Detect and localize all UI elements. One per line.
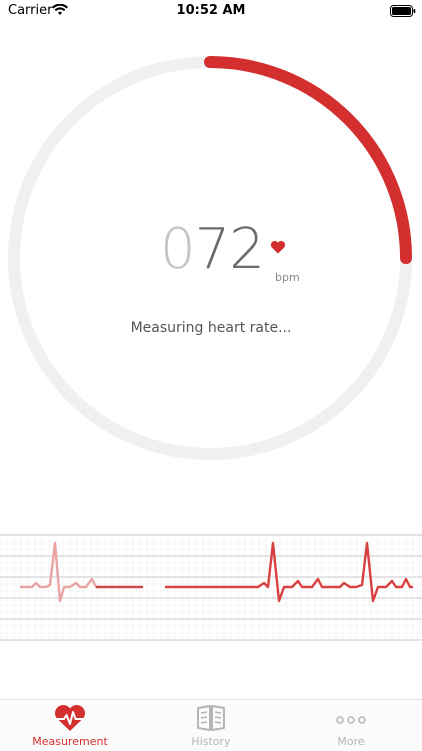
bpm-readout: 072	[160, 222, 270, 278]
ecg-trace-current	[165, 541, 413, 603]
more-dots-icon	[336, 716, 366, 724]
bpm-value: 72	[194, 217, 265, 282]
tab-bar: Measurement History More	[0, 699, 422, 751]
measurement-status: Measuring heart rate...	[130, 320, 292, 336]
heart-icon	[270, 240, 286, 254]
tab-more-label: More	[337, 735, 365, 748]
status-bar: Carrier 10:52 AM	[0, 0, 422, 24]
tab-measurement[interactable]: Measurement	[0, 700, 140, 751]
heart-pulse-icon	[54, 704, 86, 731]
tab-history[interactable]: History	[141, 700, 281, 751]
status-time: 10:52 AM	[176, 3, 246, 18]
tab-measurement-label: Measurement	[32, 735, 108, 748]
ecg-waveform-strip	[0, 534, 422, 641]
bpm-unit: bpm	[275, 271, 300, 284]
ecg-trace-faded	[20, 541, 100, 603]
tab-more[interactable]: More	[281, 700, 421, 751]
tab-history-label: History	[191, 735, 231, 748]
battery-icon	[390, 5, 416, 17]
book-icon	[197, 705, 225, 731]
bpm-leading-zero: 0	[160, 217, 196, 282]
